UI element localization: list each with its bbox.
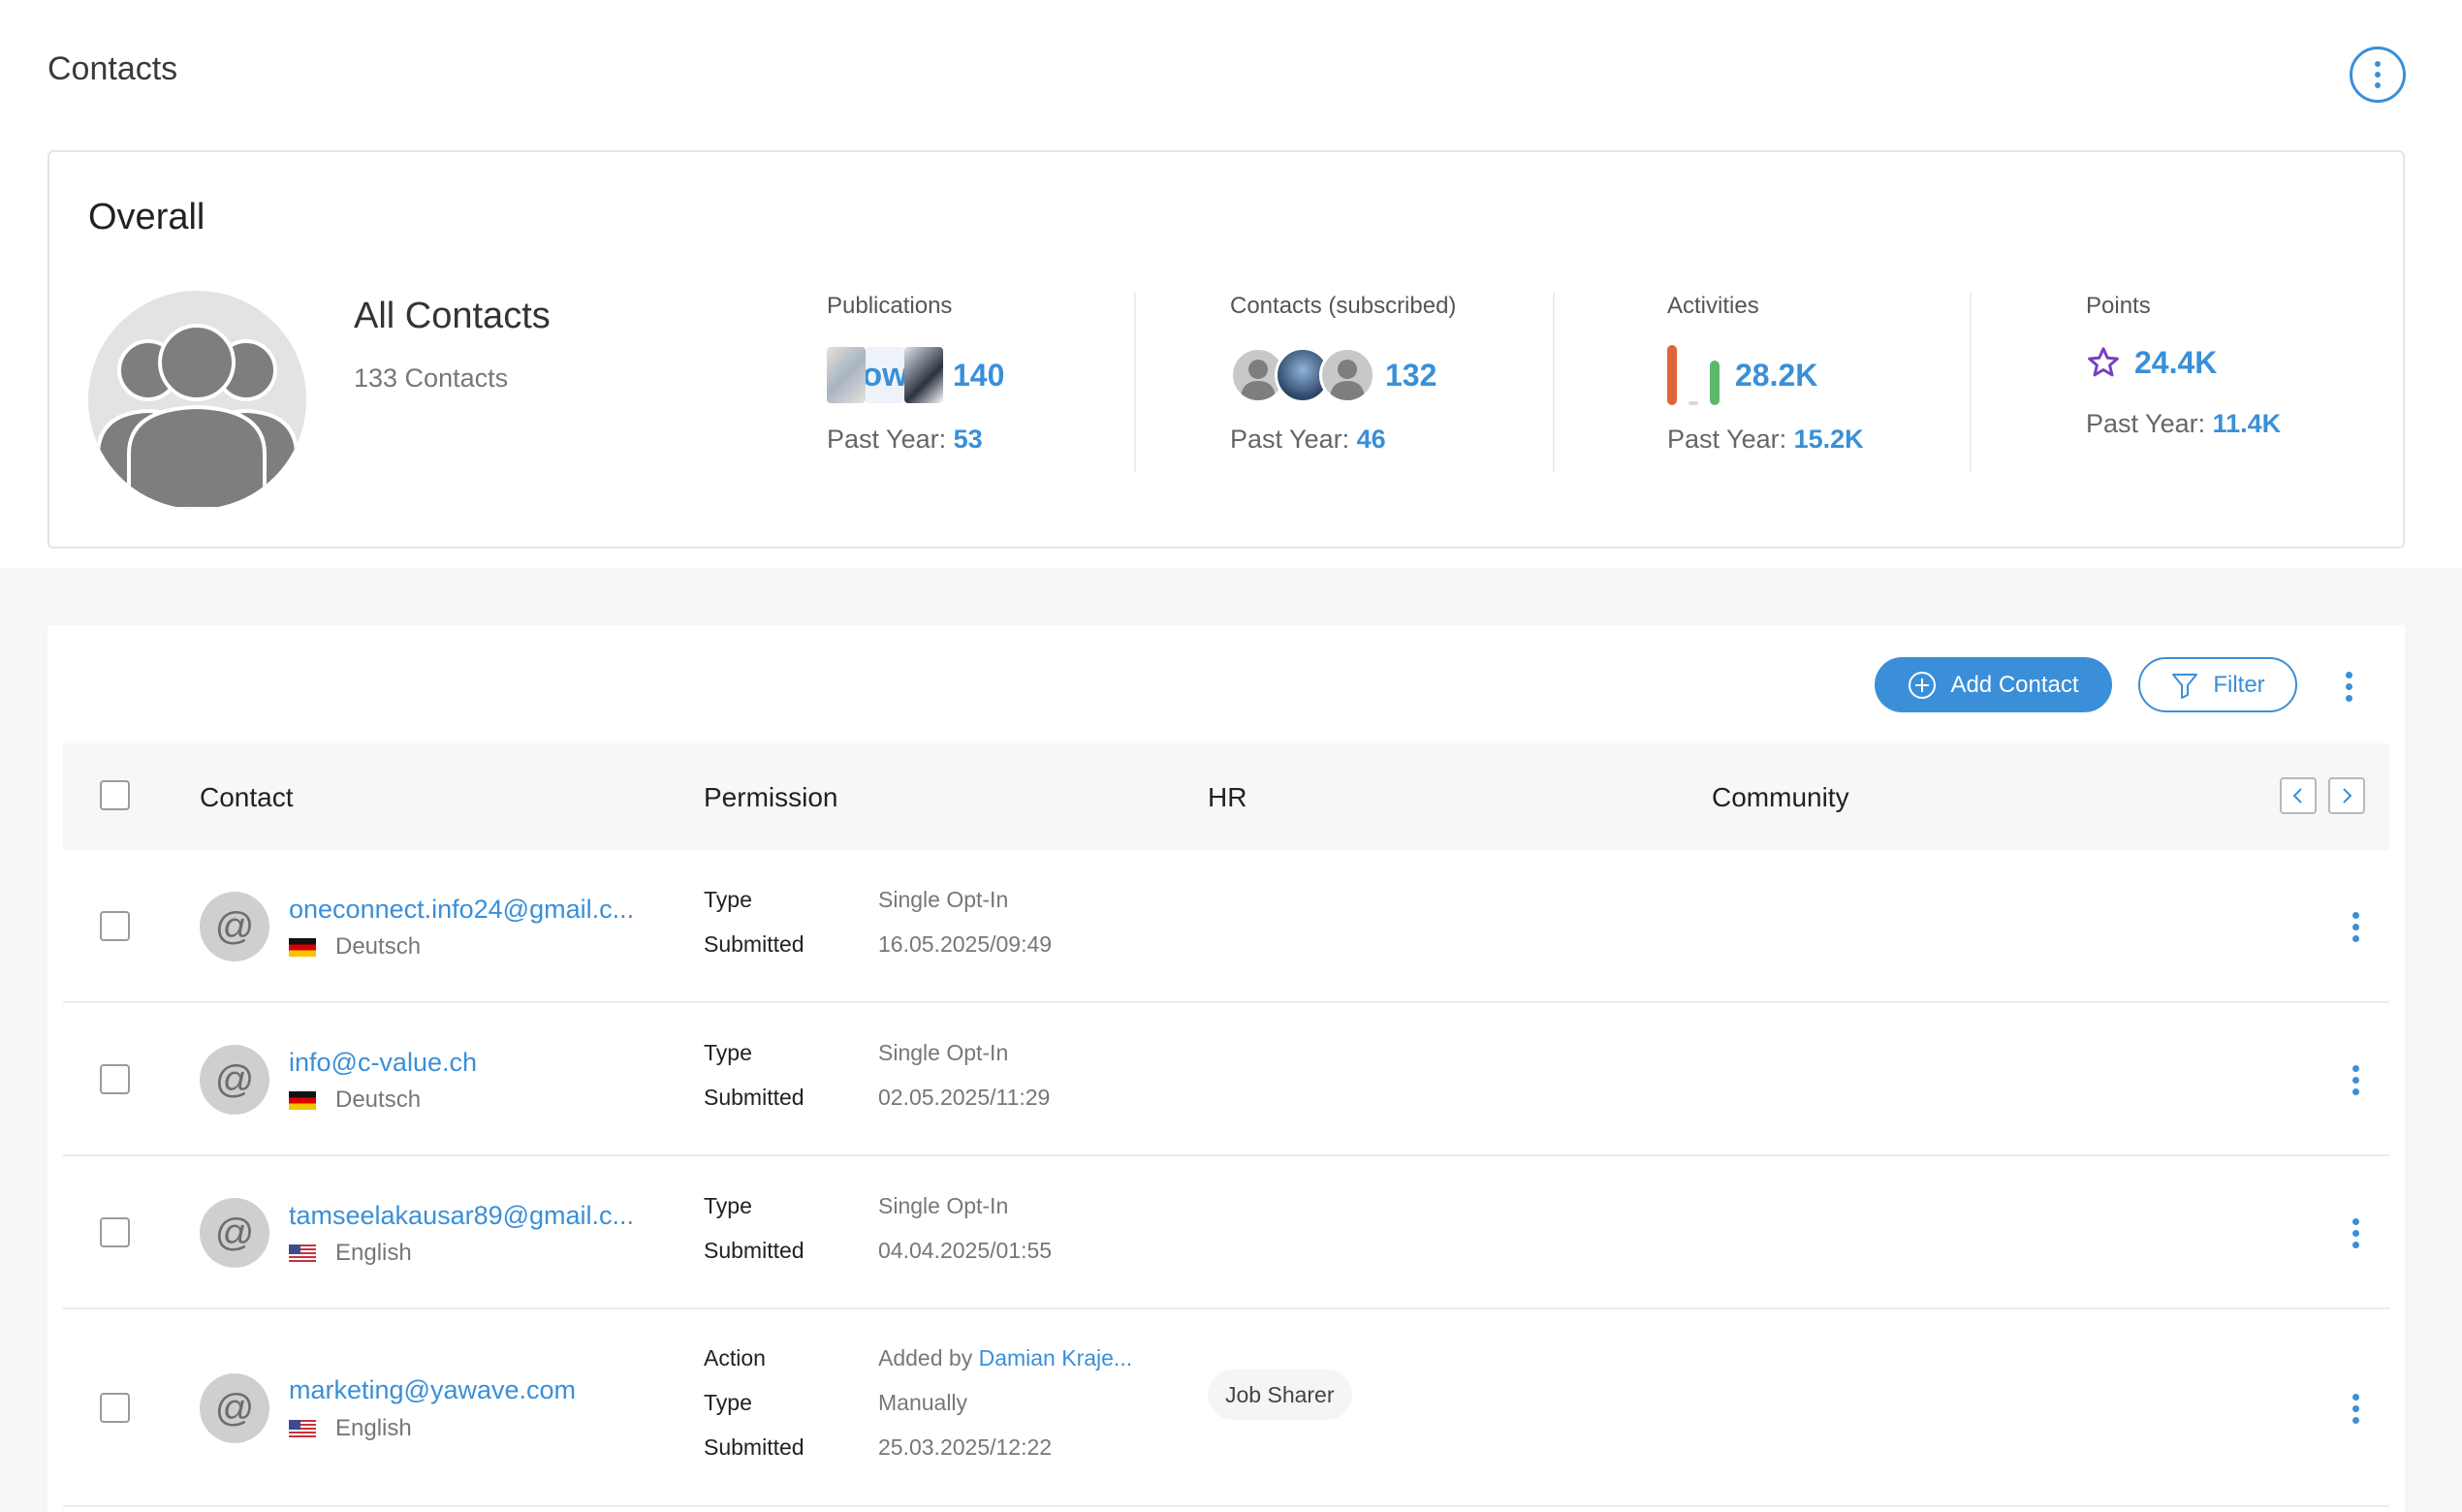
stat-past-year: Past Year: 11.4K [2086, 409, 2282, 438]
hr-role-tag: Job Sharer [1208, 1370, 1352, 1420]
page-more-options-icon[interactable] [2350, 47, 2406, 103]
contacts-page: Contacts Overall All Contacts 133 Contac… [0, 0, 2462, 1512]
permission-key: Type [704, 1193, 752, 1218]
table-header: Contact Permission HR Community [63, 743, 2389, 850]
column-header-permission[interactable]: Permission [704, 782, 837, 813]
permission-value: 16.05.2025/09:49 [878, 931, 1053, 957]
page-title: Contacts [47, 50, 178, 87]
activity-bars-icon [1667, 345, 1720, 405]
table-row[interactable]: @ info@c-value.ch Deutsch Type Single Op… [63, 1003, 2389, 1156]
stat-label: Points [2086, 293, 2151, 319]
added-by-user-link[interactable]: Damian Kraje... [979, 1345, 1133, 1370]
row-more-options-icon[interactable] [2352, 1218, 2359, 1248]
contact-avatar-icon [1319, 347, 1375, 403]
germany-flag-icon [289, 1090, 316, 1110]
row-more-options-icon[interactable] [2352, 912, 2359, 942]
table-row[interactable]: @ tamseelakausar89@gmail.c... English Ty… [63, 1156, 2389, 1309]
add-contact-label: Add Contact [1950, 671, 2079, 698]
select-all-checkbox[interactable] [100, 780, 130, 810]
stat-value: 132 [1385, 357, 1437, 393]
row-more-options-icon[interactable] [2352, 1394, 2359, 1424]
table-row[interactable]: @ oneconnect.info24@gmail.c... Deutsch T… [63, 850, 2389, 1003]
plus-circle-icon [1909, 671, 1937, 699]
stat-points: Points 24.4K Past Year: 11.4K [2086, 293, 2281, 439]
stat-label: Publications [827, 293, 953, 319]
stat-publications: Publications ow 140 Past Year: 53 [827, 293, 1004, 455]
stat-contacts-subscribed: Contacts (subscribed) 132 Past Year: 46 [1230, 293, 1456, 455]
contact-email-link[interactable]: tamseelakausar89@gmail.c... [289, 1201, 634, 1231]
stat-value: 24.4K [2134, 344, 2218, 380]
permission-key: Submitted [704, 1434, 805, 1460]
stat-label: Contacts (subscribed) [1230, 293, 1457, 319]
publication-thumbnail: ow [866, 347, 904, 403]
permission-value: Manually [878, 1390, 968, 1415]
stat-divider [1970, 293, 1972, 472]
permission-value: Single Opt-In [878, 887, 1009, 912]
stat-divider [1134, 293, 1136, 472]
contact-language: Deutsch [289, 1087, 421, 1114]
row-more-options-icon[interactable] [2352, 1065, 2359, 1095]
publication-thumbnail [904, 347, 943, 403]
stat-value: 28.2K [1735, 357, 1818, 393]
contact-language: English [289, 1415, 412, 1442]
email-avatar-icon: @ [200, 1045, 269, 1115]
permission-key: Submitted [704, 1085, 805, 1110]
scroll-columns-right-button[interactable] [2328, 777, 2365, 814]
chevron-right-icon [2343, 788, 2352, 803]
permission-key: Type [704, 887, 752, 912]
group-avatar-icon [88, 291, 306, 509]
row-checkbox[interactable] [100, 911, 130, 941]
star-icon [2088, 347, 2119, 377]
chevron-left-icon [2292, 788, 2302, 803]
stat-label: Activities [1667, 293, 1759, 319]
stat-divider [1553, 293, 1555, 472]
contact-email-link[interactable]: oneconnect.info24@gmail.c... [289, 895, 634, 925]
permission-key: Submitted [704, 1238, 805, 1263]
germany-flag-icon [289, 937, 316, 957]
funnel-icon [2172, 673, 2198, 699]
publication-thumbnail [827, 347, 866, 403]
table-row[interactable]: @ marketing@yawave.com English Action Ad… [63, 1309, 2389, 1507]
stat-past-year: Past Year: 15.2K [1667, 425, 1864, 454]
row-checkbox[interactable] [100, 1064, 130, 1094]
filter-button[interactable]: Filter [2138, 657, 2297, 712]
contact-language: Deutsch [289, 933, 421, 961]
us-flag-icon [289, 1244, 316, 1263]
column-header-contact[interactable]: Contact [200, 782, 294, 813]
stat-past-year: Past Year: 53 [827, 425, 983, 454]
all-contacts-title: All Contacts [354, 296, 551, 336]
permission-value: Single Opt-In [878, 1040, 1009, 1065]
us-flag-icon [289, 1419, 316, 1438]
add-contact-button[interactable]: Add Contact [1875, 657, 2112, 712]
permission-key: Type [704, 1390, 752, 1415]
table-more-options-icon[interactable] [2346, 672, 2352, 702]
permission-value: 25.03.2025/12:22 [878, 1434, 1053, 1460]
permission-value: Single Opt-In [878, 1193, 1009, 1218]
scroll-columns-left-button[interactable] [2280, 777, 2317, 814]
overall-card: Overall All Contacts 133 Contacts Public… [47, 150, 2405, 549]
row-checkbox[interactable] [100, 1217, 130, 1247]
email-avatar-icon: @ [200, 1198, 269, 1268]
filter-label: Filter [2213, 671, 2265, 698]
email-avatar-icon: @ [200, 892, 269, 961]
permission-key: Action [704, 1345, 766, 1370]
permission-value: 02.05.2025/11:29 [878, 1085, 1051, 1110]
contact-email-link[interactable]: marketing@yawave.com [289, 1375, 576, 1405]
email-avatar-icon: @ [200, 1373, 269, 1443]
contact-language: English [289, 1240, 412, 1267]
contact-email-link[interactable]: info@c-value.ch [289, 1048, 477, 1078]
column-header-hr[interactable]: HR [1208, 782, 1247, 813]
stat-activities: Activities 28.2K Past Year: 15.2K [1667, 293, 1864, 455]
column-header-community[interactable]: Community [1712, 782, 1849, 813]
permission-key: Submitted [704, 931, 805, 957]
stat-value: 140 [953, 357, 1005, 393]
permission-value: 04.04.2025/01:55 [878, 1238, 1053, 1263]
permission-key: Type [704, 1040, 752, 1065]
stat-past-year: Past Year: 46 [1230, 425, 1386, 454]
row-checkbox[interactable] [100, 1393, 130, 1423]
permission-value: Added by Damian Kraje... [878, 1345, 1133, 1370]
overall-title: Overall [88, 197, 205, 237]
all-contacts-count: 133 Contacts [354, 363, 509, 393]
